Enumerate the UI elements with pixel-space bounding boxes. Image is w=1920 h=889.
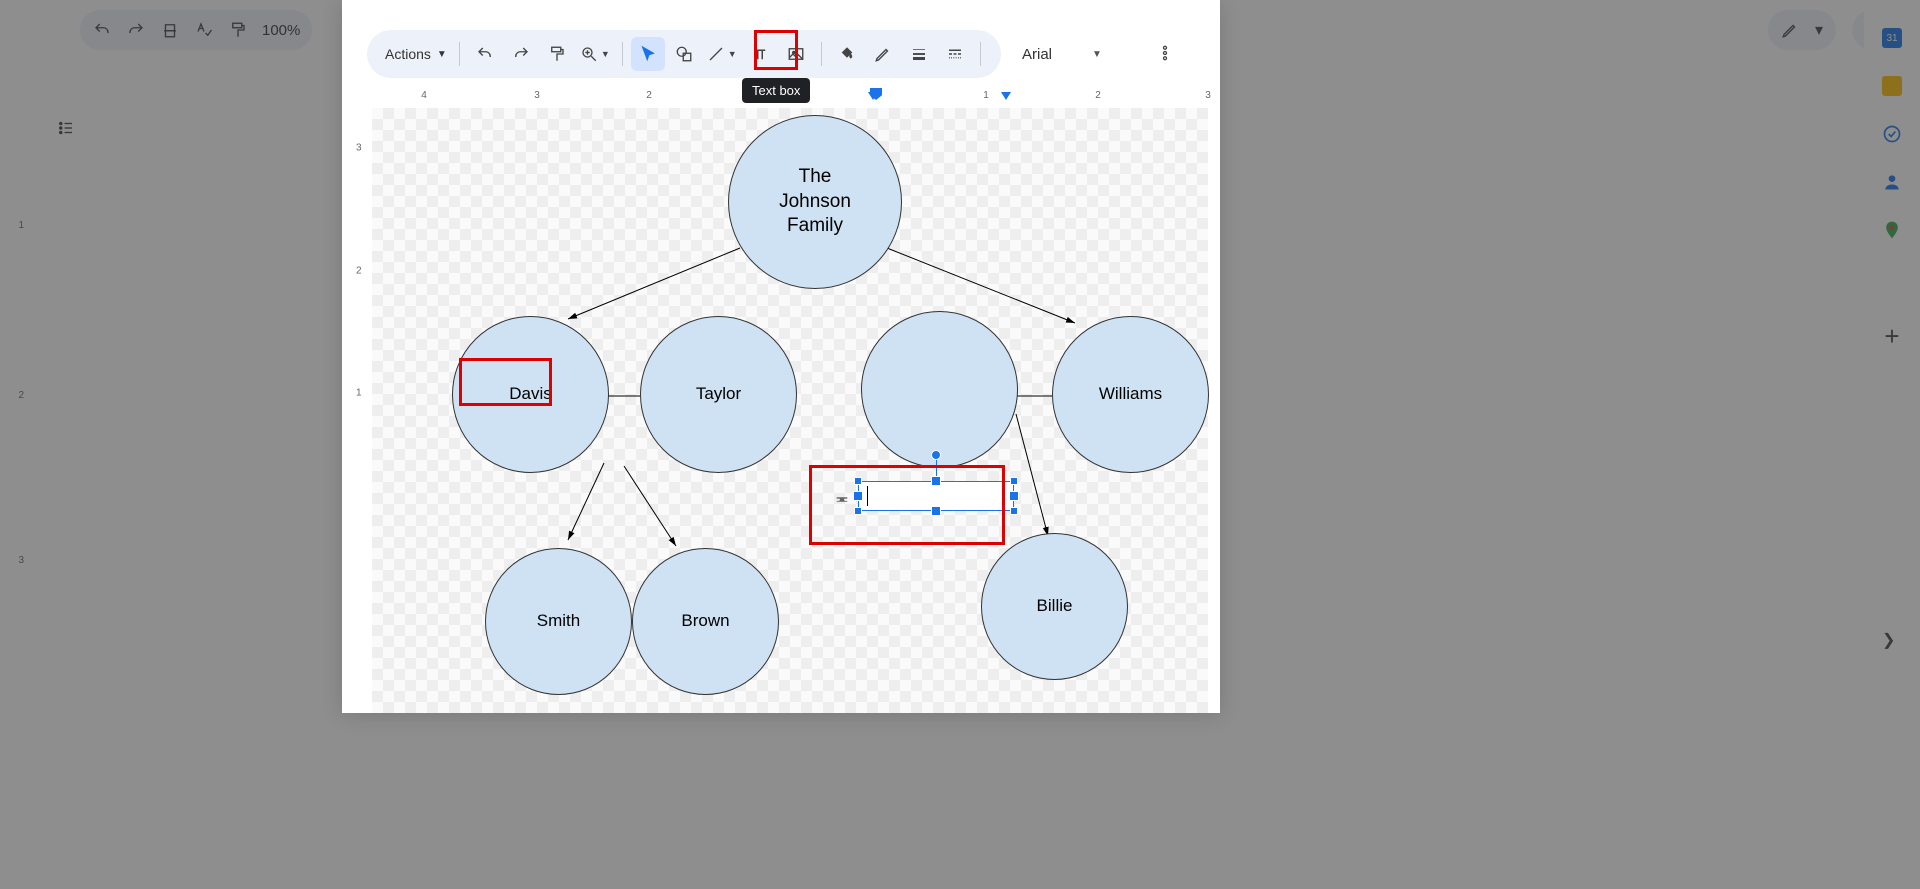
edit-mode-icon[interactable] [1780, 20, 1800, 40]
line-tool[interactable]: ▼ [703, 37, 741, 71]
add-addon-icon[interactable]: + [1882, 326, 1902, 346]
print-icon[interactable] [160, 20, 180, 40]
separator [821, 42, 822, 66]
keep-icon[interactable] [1882, 76, 1902, 96]
more-options-button[interactable] [1150, 38, 1180, 68]
drawing-toolbar: Actions ▼ ▼ ▼ [367, 30, 1001, 78]
zoom-button[interactable]: ▼ [576, 37, 614, 71]
highlight-textbox-tool [754, 30, 798, 70]
node-brown[interactable]: Brown [632, 548, 779, 695]
zoom-level[interactable]: 100% [262, 22, 300, 39]
caret-down-icon: ▼ [1092, 49, 1102, 60]
calendar-icon[interactable]: 31 [1882, 28, 1902, 48]
tasks-icon[interactable] [1882, 124, 1902, 144]
paint-format-icon[interactable] [228, 20, 248, 40]
node-williams[interactable]: Williams [1052, 316, 1209, 473]
node-smith[interactable]: Smith [485, 548, 632, 695]
redo-button[interactable] [504, 37, 538, 71]
border-dash-button[interactable] [938, 37, 972, 71]
drawing-dialog: Actions ▼ ▼ ▼ Arial ▼ Text box 4 [342, 0, 1220, 713]
highlight-textbox [809, 465, 1005, 545]
chevron-down-icon: ▾ [1814, 20, 1824, 40]
maps-icon[interactable] [1882, 220, 1902, 240]
actions-label: Actions [385, 46, 431, 62]
select-tool[interactable] [631, 37, 665, 71]
font-selector[interactable]: Arial ▼ [1022, 30, 1102, 78]
rotation-handle[interactable] [931, 450, 941, 460]
resize-handle-se[interactable] [1010, 507, 1018, 515]
separator [980, 42, 981, 66]
separator [622, 42, 623, 66]
drawing-canvas[interactable]: The Johnson Family Davis Taylor Williams… [372, 108, 1208, 713]
undo-icon[interactable] [92, 20, 112, 40]
separator [459, 42, 460, 66]
resize-handle-ne[interactable] [1010, 477, 1018, 485]
undo-button[interactable] [468, 37, 502, 71]
node-blank[interactable] [861, 311, 1018, 468]
node-root[interactable]: The Johnson Family [728, 115, 902, 289]
border-weight-button[interactable] [902, 37, 936, 71]
caret-down-icon: ▼ [437, 49, 447, 60]
actions-menu[interactable]: Actions ▼ [381, 37, 451, 71]
node-billie[interactable]: Billie [981, 533, 1128, 680]
spellcheck-icon[interactable] [194, 20, 214, 40]
font-name: Arial [1022, 46, 1052, 63]
paint-format-button[interactable] [540, 37, 574, 71]
outline-toggle-icon[interactable] [48, 110, 84, 146]
resize-handle-e[interactable] [1009, 491, 1019, 501]
collapse-panel-icon[interactable]: ❯ [1882, 630, 1902, 650]
contacts-icon[interactable] [1882, 172, 1902, 192]
border-color-button[interactable] [866, 37, 900, 71]
side-panel: 31 + ❯ [1864, 10, 1920, 650]
highlight-davis [459, 358, 552, 406]
redo-icon[interactable] [126, 20, 146, 40]
node-taylor[interactable]: Taylor [640, 316, 797, 473]
shape-tool[interactable] [667, 37, 701, 71]
fill-color-button[interactable] [830, 37, 864, 71]
caret-down-icon: ▼ [601, 49, 610, 59]
drawing-vertical-ruler: 3 2 1 [352, 108, 370, 713]
textbox-tooltip: Text box [742, 78, 810, 103]
docs-vertical-ruler: 1 2 3 [0, 60, 30, 655]
